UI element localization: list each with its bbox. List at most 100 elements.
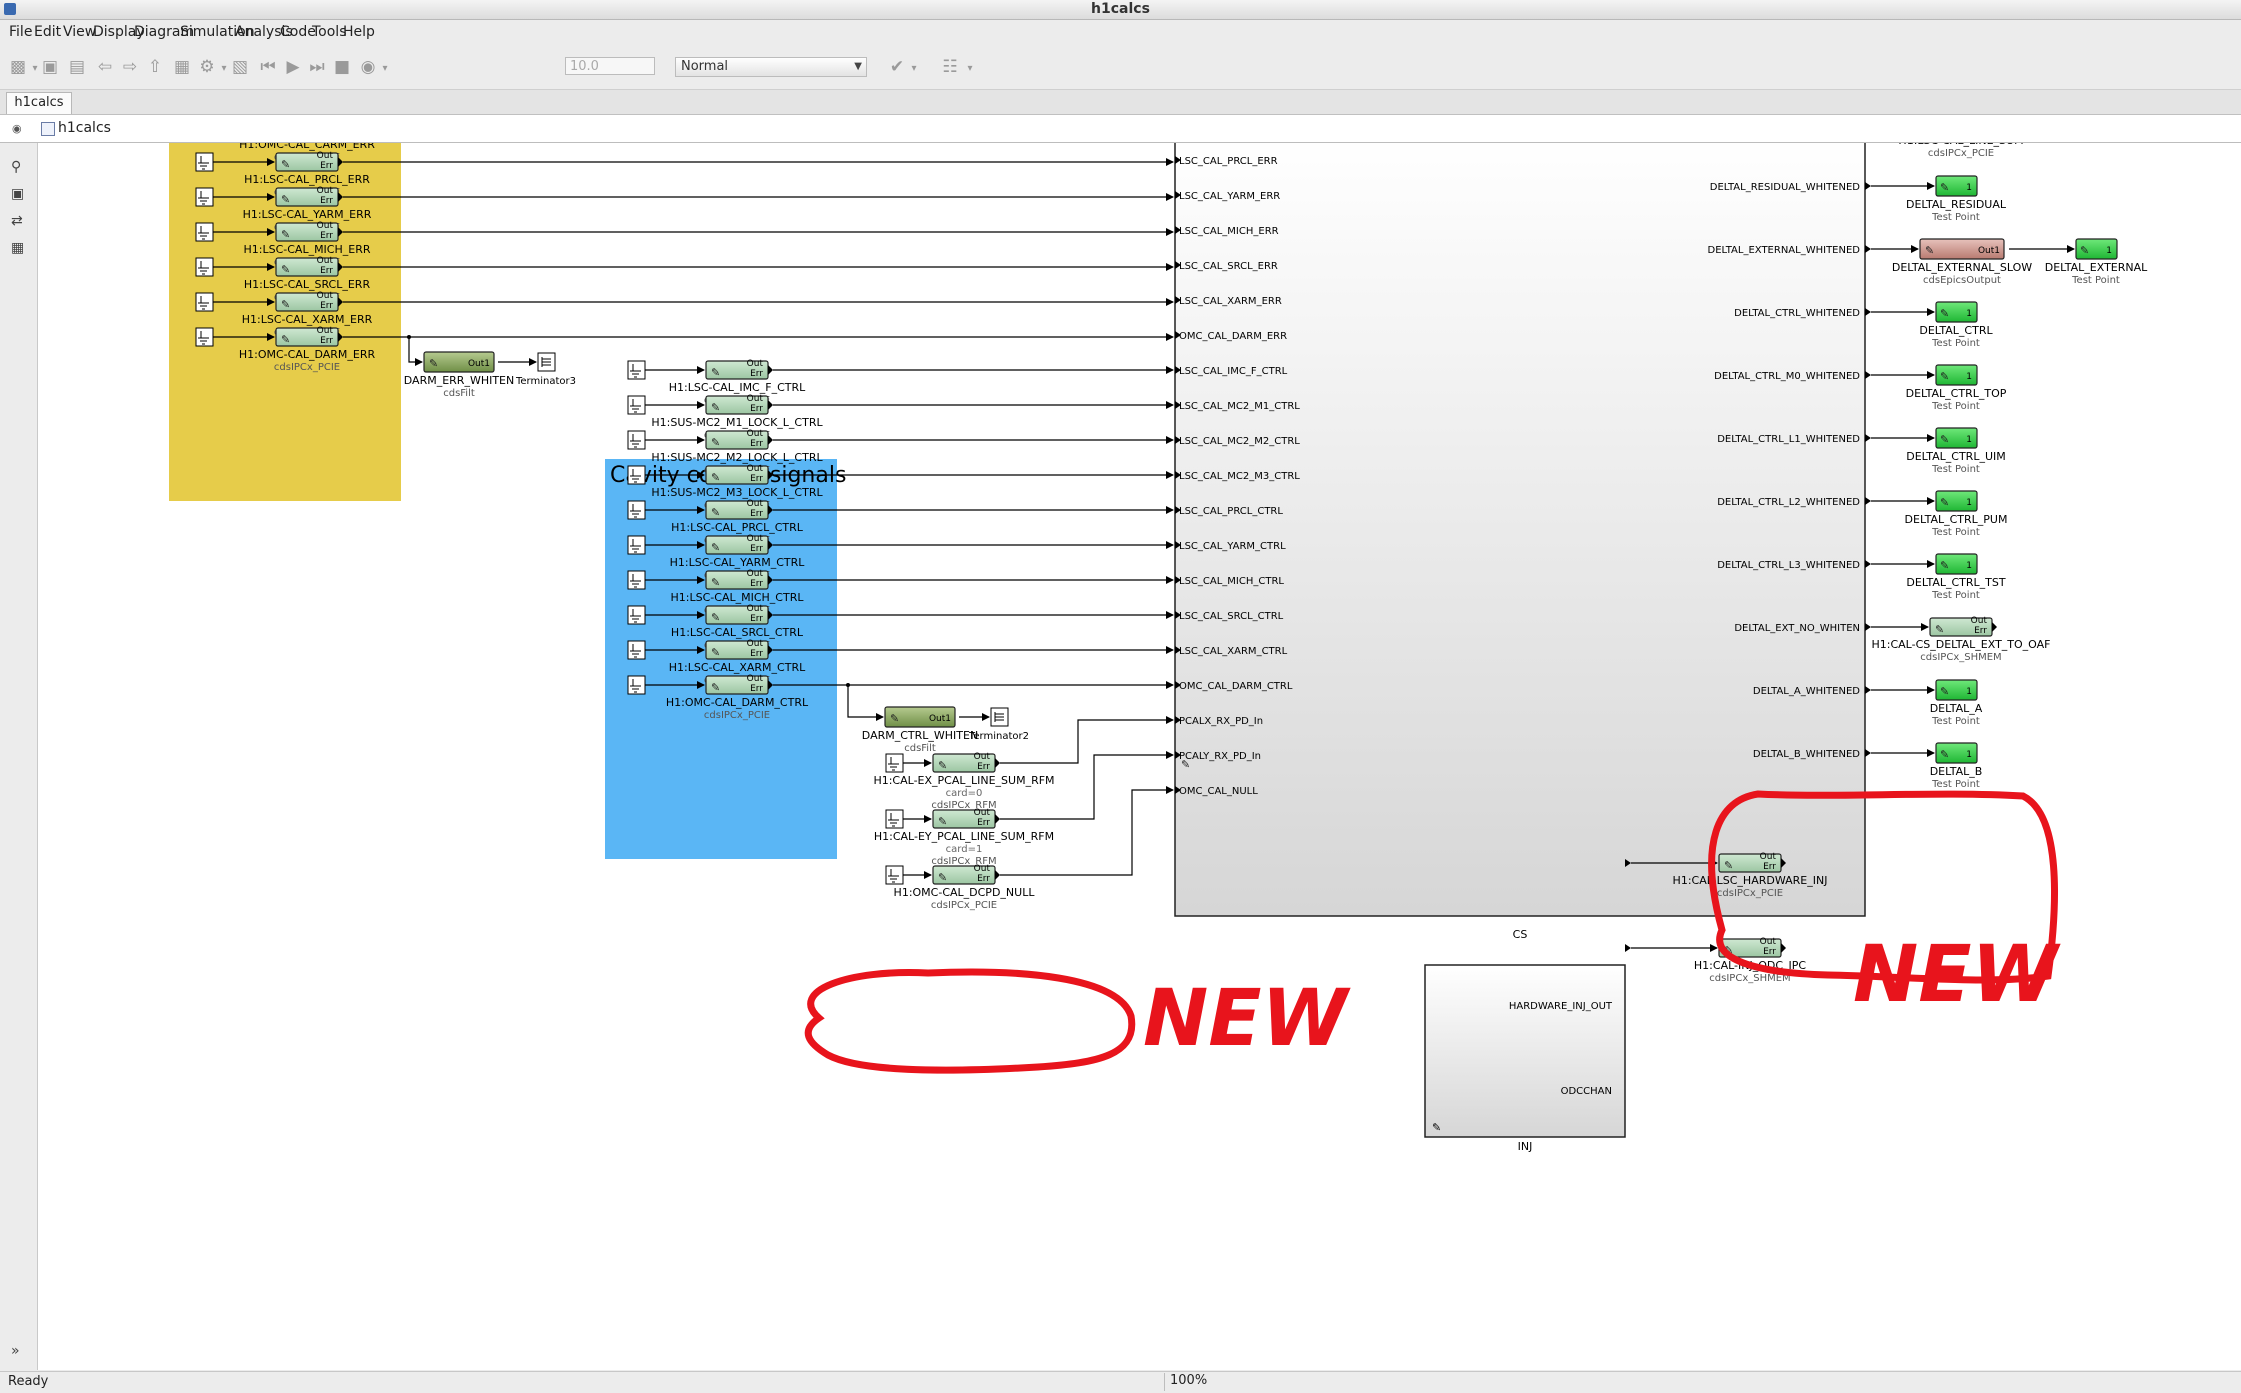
cs-input-port: LSC_CAL_XARM_CTRL [1179, 646, 1288, 657]
chevron-down-icon[interactable]: ▾ [965, 59, 975, 79]
sim-mode-value: Normal [681, 59, 729, 74]
tab-h1calcs[interactable]: h1calcs [6, 92, 72, 114]
ground-block[interactable] [627, 570, 646, 590]
hide-browser-icon[interactable]: ◉ [12, 122, 22, 135]
ground-block[interactable] [627, 535, 646, 555]
cs-input-port: LSC_CAL_MC2_M1_CTRL [1179, 401, 1300, 412]
ground-block[interactable] [195, 187, 214, 207]
model-canvas[interactable]: Cavity control signals CS INJ HARDWARE_I… [38, 143, 2241, 1370]
cs-output-port: DELTAL_CTRL_L3_WHITENED [1717, 560, 1860, 571]
stop-icon[interactable]: ■ [332, 57, 352, 77]
block-library: cdsFilt [443, 388, 475, 399]
block-diagram: Cavity control signals CS INJ HARDWARE_I… [169, 143, 2148, 1153]
block-library: Test Point [1931, 401, 1980, 412]
up-icon[interactable]: ⇧ [145, 57, 165, 77]
block-name: H1:OMC-CAL_DARM_ERR [239, 348, 376, 361]
explorer-icon[interactable]: ▧ [230, 57, 250, 77]
signal-line [847, 685, 884, 721]
step-back-icon[interactable]: ⏮ [258, 57, 278, 77]
block-param: card=0 [946, 788, 983, 799]
sim-stop-time-input[interactable]: 10.0 [565, 57, 655, 75]
port-label: Out1 [468, 359, 490, 369]
pencil-icon: ✎ [281, 193, 290, 206]
library-browser-icon[interactable]: ▦ [172, 57, 192, 77]
pencil-icon: ✎ [711, 471, 720, 484]
ground-block[interactable] [195, 152, 214, 172]
block-library: cdsIPCx_SHMEM [1920, 652, 2001, 663]
ground-block[interactable] [627, 605, 646, 625]
menu-file[interactable]: File [9, 24, 32, 40]
port-label: 1 [1966, 372, 1972, 382]
ground-block[interactable] [195, 257, 214, 277]
port-label: Out [317, 151, 334, 161]
menu-view[interactable]: View [63, 24, 96, 40]
port-label: Out [974, 864, 991, 874]
port-label: Out [747, 429, 764, 439]
menu-code[interactable]: Code [280, 24, 316, 40]
tab-bar: h1calcs [0, 90, 2241, 115]
sim-mode-select[interactable]: Normal ▼ [675, 57, 867, 77]
block-name: H1:CAL-LSC_HARDWARE_INJ [1673, 874, 1828, 887]
chevron-down-icon[interactable]: ▾ [380, 59, 390, 79]
back-icon[interactable]: ⇦ [95, 57, 115, 77]
pencil-icon: ✎ [1940, 685, 1949, 698]
save-icon[interactable]: ▣ [40, 57, 60, 77]
pencil-icon: ✎ [1925, 244, 1934, 257]
fit-view-icon[interactable]: ▣ [11, 186, 24, 202]
breadcrumb-model[interactable]: h1calcs [58, 120, 111, 136]
menu-edit[interactable]: Edit [34, 24, 61, 40]
ground-block[interactable] [627, 640, 646, 660]
ground-block[interactable] [627, 500, 646, 520]
expand-icon[interactable]: » [11, 1343, 20, 1359]
port-label: Out [1971, 616, 1988, 626]
ground-block[interactable] [195, 292, 214, 312]
ground-block[interactable] [885, 753, 904, 773]
block-name: H1:OMC-CAL_DARM_CTRL [666, 696, 809, 709]
palette-toolbar: ⚲ ▣ ⇄ ▦ » [0, 143, 38, 1370]
cs-subsystem[interactable] [1174, 143, 1866, 917]
block-library: cdsIPCx_PCIE [1928, 148, 1994, 159]
cs-input-port: LSC_CAL_PRCL_CTRL [1179, 506, 1283, 517]
annotation-icon[interactable]: ▦ [11, 240, 24, 256]
cs-input-port: OMC_CAL_NULL [1179, 786, 1258, 797]
inj-subsystem[interactable] [1424, 964, 1626, 1138]
ground-block[interactable] [195, 222, 214, 242]
cs-input-port: LSC_CAL_SRCL_ERR [1179, 261, 1278, 272]
menu-help[interactable]: Help [343, 24, 375, 40]
pencil-icon: ✎ [711, 401, 720, 414]
new-model-icon[interactable]: ▩ [8, 57, 28, 77]
ground-block[interactable] [627, 395, 646, 415]
grid-icon[interactable]: ☷ [940, 57, 960, 77]
chevron-down-icon[interactable]: ▾ [909, 59, 919, 79]
chevron-down-icon[interactable]: ▾ [219, 59, 229, 79]
port-label: Err [750, 509, 763, 519]
record-icon[interactable]: ◉ [358, 57, 378, 77]
step-forward-icon[interactable]: ⏭ [307, 57, 327, 77]
block-library: Test Point [1931, 716, 1980, 727]
settings-icon[interactable]: ⚙ [197, 57, 217, 77]
ground-block[interactable] [627, 360, 646, 380]
zoom-icon[interactable]: ⚲ [11, 159, 21, 175]
route-lines-icon[interactable]: ⇄ [11, 213, 23, 229]
check-icon[interactable]: ✔ [887, 57, 907, 77]
chevron-down-icon[interactable]: ▾ [30, 59, 40, 79]
port-label: Out [747, 569, 764, 579]
block-name: H1:LSC-CAL_XARM_ERR [242, 313, 373, 326]
port-label: Err [320, 161, 333, 171]
port-label: 1 [1966, 750, 1972, 760]
block-library: cdsIPCx_PCIE [1717, 888, 1783, 899]
cs-input-port: OMC_CAL_DARM_CTRL [1179, 681, 1293, 692]
ground-block[interactable] [195, 327, 214, 347]
menu-tools[interactable]: Tools [312, 24, 347, 40]
pencil-icon: ✎ [711, 366, 720, 379]
ground-block[interactable] [627, 465, 646, 485]
block-name: H1:LSC-CAL_XARM_CTRL [669, 661, 806, 674]
ground-block[interactable] [885, 809, 904, 829]
ground-block[interactable] [885, 865, 904, 885]
ground-block[interactable] [627, 675, 646, 695]
run-icon[interactable]: ▶ [283, 57, 303, 77]
block-library: cdsIPCx_PCIE [274, 362, 340, 373]
print-icon[interactable]: ▤ [67, 57, 87, 77]
ground-block[interactable] [627, 430, 646, 450]
forward-icon[interactable]: ⇨ [120, 57, 140, 77]
